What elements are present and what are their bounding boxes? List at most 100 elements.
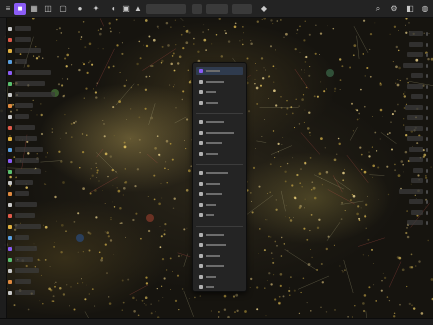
menu-item[interactable] (196, 211, 243, 219)
left-panel-item-icon (8, 269, 12, 273)
mode-select[interactable] (146, 4, 186, 14)
left-panel-item[interactable] (15, 37, 31, 42)
left-panel-item[interactable] (15, 235, 29, 240)
menu-item-label (206, 131, 234, 134)
search-icon[interactable]: ⌕ (372, 3, 384, 15)
right-panel-item[interactable] (409, 147, 423, 152)
menu-item[interactable] (196, 139, 243, 147)
left-panel-item[interactable] (15, 48, 41, 53)
left-panel-item-icon (8, 71, 12, 75)
menu-item-label (206, 142, 222, 144)
left-panel-item-icon (8, 258, 12, 262)
left-panel-item[interactable] (15, 169, 41, 174)
left-panel-item[interactable] (15, 26, 31, 31)
top-toolbar: ≡ ■ ▦ ◫ ▢ ● ✦ ◐ ▣ ▲ ◆ ⌕ ⚙ ◧ ◍ (0, 0, 433, 18)
menu-item[interactable] (196, 169, 243, 177)
menu-item-label (206, 275, 216, 278)
left-panel-item[interactable] (15, 70, 51, 75)
menu-item[interactable] (196, 150, 243, 158)
right-panel-item[interactable] (407, 115, 423, 120)
left-panel-item[interactable] (15, 257, 33, 262)
left-panel-item-icon (8, 203, 12, 207)
right-panel-item[interactable] (405, 105, 423, 110)
right-panel-item[interactable] (411, 73, 423, 78)
menu-item-label (206, 101, 218, 104)
right-panel-item[interactable] (411, 94, 423, 99)
menu-item[interactable] (196, 67, 243, 75)
menu-item[interactable] (196, 252, 243, 260)
app-menu-icon[interactable]: ≡ (2, 3, 14, 15)
overlay-icon[interactable]: ◧ (404, 3, 416, 15)
left-panel-item[interactable] (15, 59, 27, 64)
left-panel-item[interactable] (15, 213, 35, 218)
circle-icon (199, 171, 203, 175)
right-panel-item[interactable] (409, 157, 423, 162)
snap-icon[interactable]: ▢ (57, 3, 69, 15)
mode-toggle-button[interactable] (192, 4, 202, 14)
left-panel-item[interactable] (15, 125, 35, 130)
left-panel-item[interactable] (15, 92, 55, 97)
menu-item[interactable] (196, 180, 243, 188)
left-panel-item[interactable] (15, 279, 31, 284)
object-mode-icon[interactable]: ■ (14, 3, 26, 15)
link-icon (199, 202, 203, 207)
menu-item[interactable] (196, 88, 243, 96)
toggle-icon[interactable]: ◆ (258, 3, 270, 15)
left-panel-item[interactable] (15, 147, 43, 152)
overlay-select[interactable] (232, 4, 252, 14)
menu-item[interactable] (196, 118, 243, 126)
right-panel-item[interactable] (407, 84, 423, 89)
right-panel-item[interactable] (403, 63, 423, 68)
shading-icon[interactable]: ◍ (419, 3, 431, 15)
menu-item-label (206, 193, 222, 195)
menu-item[interactable] (196, 262, 243, 270)
menu-item[interactable] (196, 201, 243, 209)
left-panel-item[interactable] (15, 191, 29, 196)
left-panel-item[interactable] (15, 180, 33, 185)
right-panel-item[interactable] (407, 136, 423, 141)
left-panel-item[interactable] (15, 114, 29, 119)
light-icon[interactable]: ● (74, 3, 86, 15)
right-panel-item[interactable] (411, 210, 423, 215)
menu-item[interactable] (196, 231, 243, 239)
right-panel-item[interactable] (409, 199, 423, 204)
layout-icon[interactable]: ▦ (28, 3, 40, 15)
left-panel-item[interactable] (15, 246, 37, 251)
right-panel-item-marker (426, 200, 428, 204)
render-icon[interactable]: ▣ (120, 3, 132, 15)
menu-item[interactable] (196, 190, 243, 198)
left-panel-item[interactable] (15, 81, 45, 86)
right-panel-item[interactable] (409, 42, 423, 47)
right-panel-item[interactable] (413, 168, 423, 173)
right-panel-item[interactable] (399, 189, 423, 194)
proportional-icon[interactable]: ◐ (108, 3, 120, 15)
menu-item[interactable] (196, 129, 243, 137)
left-panel-item[interactable] (15, 103, 33, 108)
brush-icon[interactable]: ▲ (132, 3, 144, 15)
menu-item[interactable] (196, 283, 243, 291)
transform-icon[interactable]: ✦ (90, 3, 102, 15)
status-bar (0, 318, 433, 325)
right-panel-item[interactable] (407, 52, 423, 57)
left-panel-item[interactable] (15, 202, 37, 207)
right-panel-item[interactable] (411, 178, 423, 183)
left-panel-item[interactable] (15, 136, 37, 141)
menu-item[interactable] (196, 273, 243, 281)
view-icon[interactable]: ◫ (42, 3, 54, 15)
menu-item[interactable] (196, 241, 243, 249)
view-select[interactable] (206, 4, 228, 14)
menu-item[interactable] (196, 78, 243, 86)
right-panel-item[interactable] (405, 126, 423, 131)
left-panel-item-icon (8, 60, 12, 64)
right-panel-item-marker (426, 137, 428, 141)
right-panel-item[interactable] (409, 31, 423, 36)
left-panel-item[interactable] (15, 158, 39, 163)
left-panel-item-icon (8, 38, 12, 42)
settings-icon[interactable]: ⚙ (388, 3, 400, 15)
menu-item-label (206, 182, 220, 185)
menu-item[interactable] (196, 99, 243, 107)
left-panel-item[interactable] (15, 268, 39, 273)
left-panel-item[interactable] (15, 224, 41, 229)
left-panel-item[interactable] (15, 290, 35, 295)
right-panel-item[interactable] (407, 220, 423, 225)
